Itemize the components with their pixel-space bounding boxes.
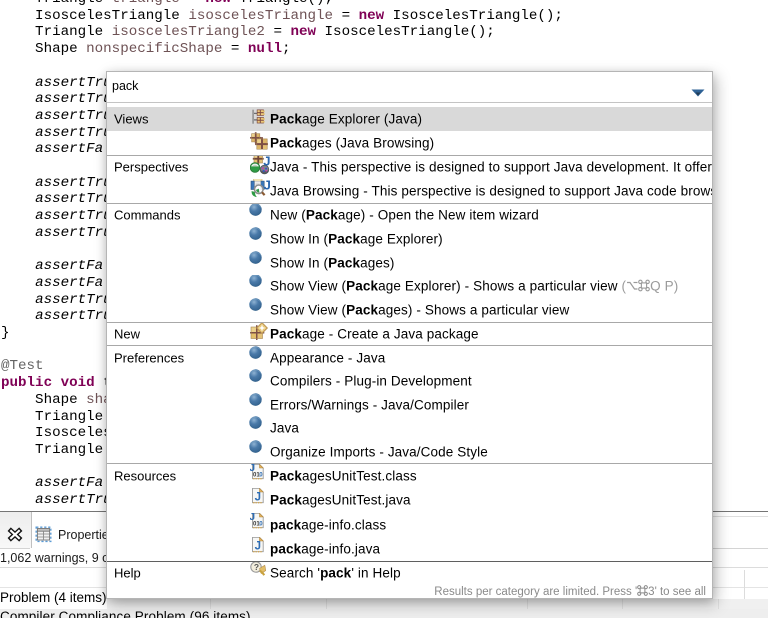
- svg-text:J: J: [255, 492, 261, 504]
- svg-text:J: J: [255, 540, 261, 552]
- svg-text:?: ?: [254, 562, 259, 572]
